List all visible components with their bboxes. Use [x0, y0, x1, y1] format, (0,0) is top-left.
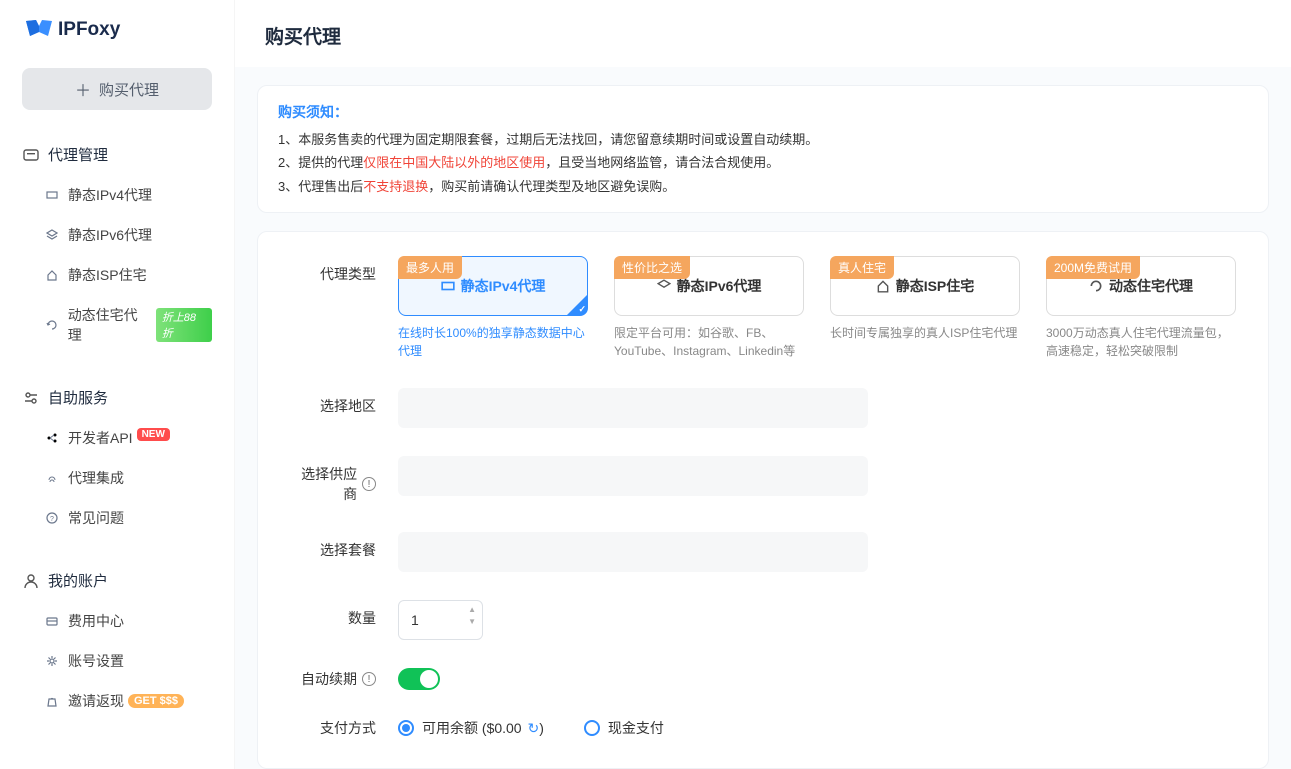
qty-down-icon[interactable]: ▼ [468, 617, 476, 627]
nav-item-faq[interactable]: ? 常见问题 [0, 498, 234, 538]
row-pay-method: 支付方式 可用余额 ($0.00 ↻) 现金支付 [288, 718, 1238, 738]
buy-proxy-button[interactable]: ＋ 购买代理 [22, 68, 212, 110]
layers-icon [657, 279, 671, 293]
nav-section-proxy: 代理管理 静态IPv4代理 静态IPv6代理 静态ISP住宅 动态住宅代理 折上… [0, 138, 234, 355]
svg-text:?: ? [50, 516, 54, 523]
type-desc: 长时间专属独享的真人ISP住宅代理 [830, 324, 1020, 342]
radio-unchecked-icon [584, 720, 600, 736]
page-title: 购买代理 [235, 0, 1291, 67]
radio-checked-icon [398, 720, 414, 736]
discount-badge: 折上88折 [156, 308, 212, 342]
home-icon [876, 279, 890, 293]
new-badge: NEW [137, 428, 170, 441]
label-auto-renew: 自动续期 ! [288, 669, 398, 689]
notice-line-1: 1、本服务售卖的代理为固定期限套餐，过期后无法找回，请您留意续期时间或设置自动续… [278, 128, 1248, 151]
type-card-ipv6[interactable]: 性价比之选 静态IPv6代理 限定平台可用：如谷歌、FB、YouTube、Ins… [614, 256, 804, 360]
nav-item-dynamic[interactable]: 动态住宅代理 折上88折 [0, 295, 234, 355]
card-icon [46, 615, 60, 627]
nav-item-ipv4[interactable]: 静态IPv4代理 [0, 175, 234, 215]
logo[interactable]: IPFoxy [0, 0, 234, 56]
notice-card: 购买须知： 1、本服务售卖的代理为固定期限套餐，过期后无法找回，请您留意续期时间… [257, 85, 1269, 213]
type-tag: 200M免费试用 [1046, 256, 1140, 279]
nav-title-proxy[interactable]: 代理管理 [0, 138, 234, 175]
type-desc: 3000万动态真人住宅代理流量包，高速稳定，轻松突破限制 [1046, 324, 1236, 360]
check-icon: ✓ [578, 304, 586, 315]
qty-up-icon[interactable]: ▲ [468, 605, 476, 615]
label-proxy-type: 代理类型 [288, 256, 398, 284]
proxy-icon [22, 147, 40, 163]
nav-item-api[interactable]: 开发者API NEW [0, 418, 234, 458]
nav-section-account: 我的账户 费用中心 账号设置 邀请返现 GET $$$ [0, 564, 234, 721]
nav-item-ipv6[interactable]: 静态IPv6代理 [0, 215, 234, 255]
get-badge: GET $$$ [128, 694, 184, 708]
gear-icon [46, 655, 60, 667]
logo-icon [24, 18, 54, 42]
nav-title-self[interactable]: 自助服务 [0, 381, 234, 418]
row-quantity: 数量 1 ▲ ▼ [288, 600, 1238, 640]
label-region: 选择地区 [288, 388, 398, 416]
home-icon [46, 269, 60, 281]
nav-item-referral[interactable]: 邀请返现 GET $$$ [0, 681, 234, 721]
refresh-icon[interactable]: ↻ [528, 720, 540, 736]
rotate-icon [46, 319, 60, 331]
plus-icon: ＋ [75, 77, 91, 101]
api-icon [46, 432, 60, 444]
provider-select[interactable] [398, 456, 868, 496]
quantity-stepper[interactable]: 1 ▲ ▼ [398, 600, 483, 640]
question-icon: ? [46, 512, 60, 524]
info-icon[interactable]: ! [362, 672, 376, 686]
chip-icon [46, 189, 60, 201]
notice-line-3: 3、代理售出后不支持退换，购买前请确认代理类型及地区避免误购。 [278, 175, 1248, 198]
quantity-value: 1 [411, 612, 419, 628]
form-card: 代理类型 最多人用 静态IPv4代理 ✓ 在线时长100%的独享静态数据中心代理 [257, 231, 1269, 769]
buy-button-label: 购买代理 [99, 79, 159, 100]
nav-item-settings[interactable]: 账号设置 [0, 641, 234, 681]
info-icon[interactable]: ! [362, 477, 376, 491]
type-card-isp[interactable]: 真人住宅 静态ISP住宅 长时间专属独享的真人ISP住宅代理 [830, 256, 1020, 360]
row-provider: 选择供应商 ! [288, 456, 1238, 504]
main-content: 购买代理 购买须知： 1、本服务售卖的代理为固定期限套餐，过期后无法找回，请您留… [235, 0, 1291, 769]
nav-item-isp[interactable]: 静态ISP住宅 [0, 255, 234, 295]
package-select[interactable] [398, 532, 868, 572]
row-auto-renew: 自动续期 ! [288, 668, 1238, 690]
row-region: 选择地区 [288, 388, 1238, 428]
logo-text: IPFoxy [58, 19, 120, 41]
row-proxy-type: 代理类型 最多人用 静态IPv4代理 ✓ 在线时长100%的独享静态数据中心代理 [288, 256, 1238, 360]
layers-icon [46, 229, 60, 241]
type-tag: 性价比之选 [614, 256, 690, 279]
pay-option-cash[interactable]: 现金支付 [584, 718, 664, 738]
type-card-ipv4[interactable]: 最多人用 静态IPv4代理 ✓ 在线时长100%的独享静态数据中心代理 [398, 256, 588, 360]
notice-title: 购买须知： [278, 102, 1248, 122]
rotate-icon [1089, 279, 1103, 293]
nav-title-account[interactable]: 我的账户 [0, 564, 234, 601]
notice-line-2: 2、提供的代理仅限在中国大陆以外的地区使用，且受当地网络监管，请合法合规使用。 [278, 151, 1248, 174]
user-icon [22, 573, 40, 589]
type-desc: 限定平台可用：如谷歌、FB、YouTube、Instagram、Linkedin… [614, 324, 804, 360]
row-package: 选择套餐 [288, 532, 1238, 572]
type-tag: 真人住宅 [830, 256, 894, 279]
region-select[interactable] [398, 388, 868, 428]
pay-option-balance[interactable]: 可用余额 ($0.00 ↻) [398, 718, 544, 738]
label-provider: 选择供应商 ! [288, 456, 398, 504]
type-desc: 在线时长100%的独享静态数据中心代理 [398, 324, 588, 360]
label-quantity: 数量 [288, 600, 398, 628]
tools-icon [22, 390, 40, 406]
type-tag: 最多人用 [398, 256, 462, 279]
bag-icon [46, 695, 60, 707]
sidebar: IPFoxy ＋ 购买代理 代理管理 静态IPv4代理 静态IPv6代理 静态I… [0, 0, 235, 769]
fingerprint-icon [46, 472, 60, 484]
nav-item-integration[interactable]: 代理集成 [0, 458, 234, 498]
auto-renew-toggle[interactable] [398, 668, 440, 690]
chip-icon [441, 279, 455, 293]
label-package: 选择套餐 [288, 532, 398, 560]
type-card-dynamic[interactable]: 200M免费试用 动态住宅代理 3000万动态真人住宅代理流量包，高速稳定，轻松… [1046, 256, 1236, 360]
label-pay-method: 支付方式 [288, 718, 398, 738]
nav-section-self: 自助服务 开发者API NEW 代理集成 ? 常见问题 [0, 381, 234, 538]
nav-item-billing[interactable]: 费用中心 [0, 601, 234, 641]
